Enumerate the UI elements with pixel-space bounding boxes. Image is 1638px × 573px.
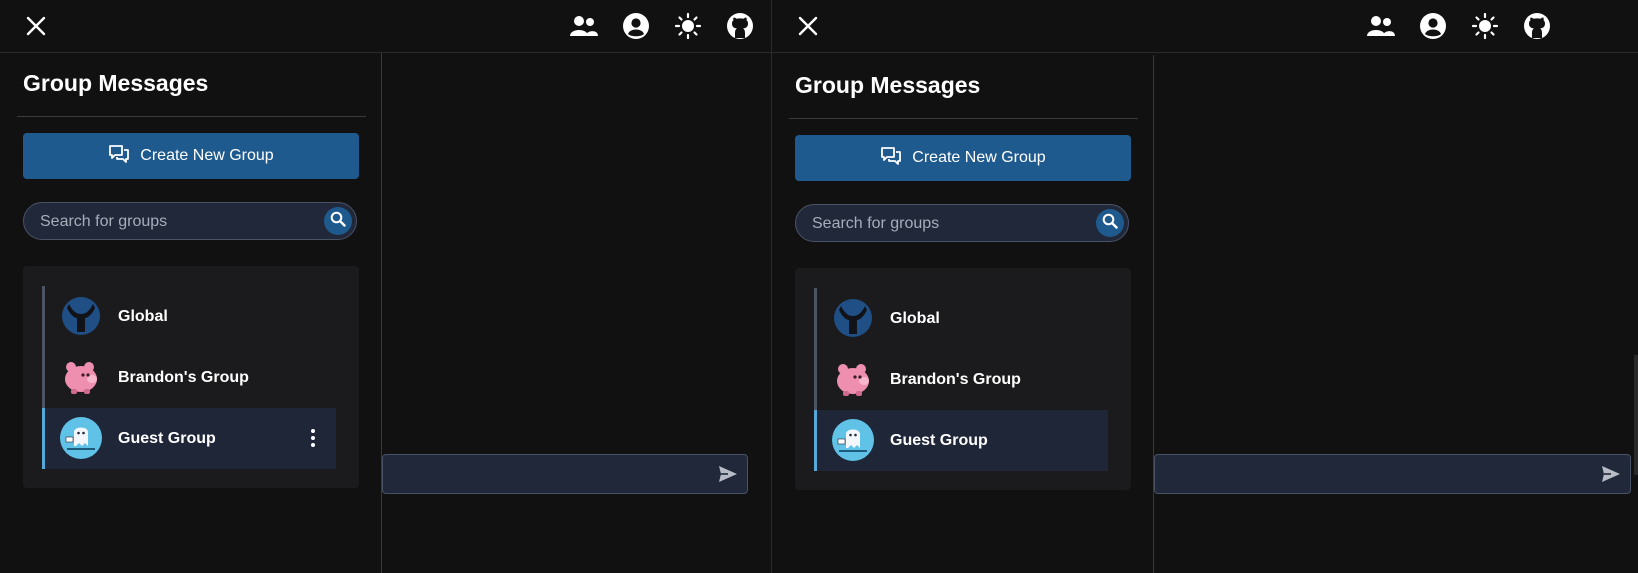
group-sidebar: Group Messages Create New Group Search f… xyxy=(772,55,1154,573)
send-icon[interactable] xyxy=(717,463,739,485)
account-icon[interactable] xyxy=(621,11,651,41)
create-group-label: Create New Group xyxy=(140,147,274,164)
sidebar-divider xyxy=(789,118,1138,119)
left-pane: Group Messages Create New Group Search f… xyxy=(0,0,771,573)
github-icon[interactable] xyxy=(725,11,755,41)
search-icon xyxy=(1102,213,1118,234)
group-item-guest-group[interactable]: Guest Group xyxy=(814,410,1108,471)
chat-bubbles-icon xyxy=(880,146,902,171)
group-sidebar: Group Messages Create New Group Search f… xyxy=(0,53,382,573)
group-item-global[interactable]: Global xyxy=(814,288,1108,349)
search-button[interactable] xyxy=(1096,209,1124,237)
top-actions xyxy=(1366,11,1552,41)
globe-y-icon xyxy=(831,296,875,340)
theme-sun-icon[interactable] xyxy=(1470,11,1500,41)
scrollbar[interactable] xyxy=(1634,355,1638,475)
group-list-panel: Global Brandon's Group Guest Group xyxy=(795,268,1131,490)
group-item-brandons-group[interactable]: Brandon's Group xyxy=(42,347,336,408)
create-group-button[interactable]: Create New Group xyxy=(23,133,359,179)
search-icon xyxy=(330,211,346,232)
chat-bubbles-icon xyxy=(108,144,130,169)
search-input[interactable] xyxy=(810,205,1094,243)
group-item-brandons-group[interactable]: Brandon's Group xyxy=(814,349,1108,410)
github-icon[interactable] xyxy=(1522,11,1552,41)
globe-y-icon xyxy=(59,294,103,338)
sidebar-title: Group Messages xyxy=(795,72,981,98)
group-search xyxy=(23,202,357,241)
close-icon[interactable] xyxy=(24,14,48,38)
account-icon[interactable] xyxy=(1418,11,1448,41)
group-name: Guest Group xyxy=(890,431,988,449)
top-actions xyxy=(569,11,755,41)
users-icon[interactable] xyxy=(1366,11,1396,41)
sidebar-divider xyxy=(17,116,366,117)
group-name: Global xyxy=(118,307,168,325)
close-icon[interactable] xyxy=(796,14,820,38)
group-name: Brandon's Group xyxy=(118,368,249,386)
group-name: Guest Group xyxy=(118,429,216,447)
theme-sun-icon[interactable] xyxy=(673,11,703,41)
right-pane: Group Messages Create New Group Search f… xyxy=(772,0,1638,573)
users-icon[interactable] xyxy=(569,11,599,41)
create-group-button[interactable]: Create New Group xyxy=(795,135,1131,181)
group-item-guest-group[interactable]: Guest Group xyxy=(42,408,336,469)
group-name: Brandon's Group xyxy=(890,370,1021,388)
group-search xyxy=(795,204,1129,243)
top-bar xyxy=(772,0,1638,53)
message-composer[interactable] xyxy=(382,454,748,494)
group-list: Global Brandon's Group Guest Group xyxy=(814,288,1108,471)
top-bar xyxy=(0,0,771,53)
search-input[interactable] xyxy=(38,203,322,241)
create-group-label: Create New Group xyxy=(912,149,1046,166)
pink-pig-avatar xyxy=(59,355,103,399)
group-list: Global Brandon's Group Guest Group xyxy=(42,286,336,469)
group-item-global[interactable]: Global xyxy=(42,286,336,347)
ghost-seal-avatar xyxy=(831,418,875,462)
group-list-panel: Global Brandon's Group Guest Group xyxy=(23,266,359,488)
sidebar-title: Group Messages xyxy=(23,70,209,96)
ghost-seal-avatar xyxy=(59,416,103,460)
send-icon[interactable] xyxy=(1600,463,1622,485)
search-button[interactable] xyxy=(324,207,352,235)
more-options-icon[interactable] xyxy=(308,427,318,449)
pink-pig-avatar xyxy=(831,357,875,401)
message-composer[interactable] xyxy=(1154,454,1631,494)
group-name: Global xyxy=(890,309,940,327)
